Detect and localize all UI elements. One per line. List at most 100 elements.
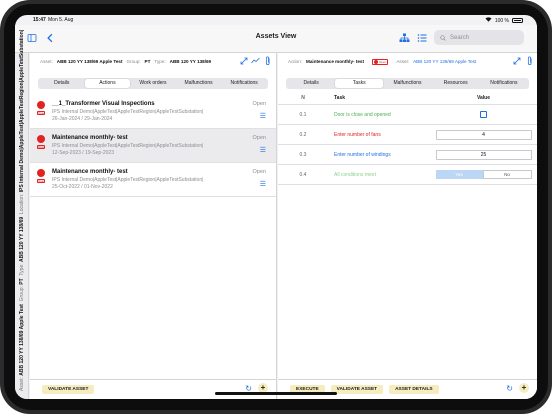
column-n: N [301,94,305,101]
action-status: Open [252,101,266,107]
asset-details-button[interactable]: ASSET DETAILS [389,385,439,394]
task-number: 0.4 [299,171,307,178]
asset-tabs: Details Actions Work orders Malfunctions… [38,78,268,89]
tab-notifications[interactable]: Notifications [221,79,267,88]
task-label: Enter number of fans [334,131,381,138]
status-time: 15:47 [33,17,46,23]
tab-actions[interactable]: Actions [84,79,131,88]
action-path: IPS Internal Demo|AppleTest|AppleTestReg… [52,143,204,149]
task-checkbox[interactable] [480,111,487,118]
asset-actions-pane: Asset: ABB 120 YY 138/69 Apple Test Grou… [30,53,277,399]
status-badge: Open [37,179,45,183]
status-dot-icon [37,169,45,177]
status-badge: Open [37,145,45,149]
list-icon[interactable]: ☰ [260,112,266,120]
action-row[interactable]: Open Maintenance monthly- test IPS Inter… [30,129,276,163]
tab-details[interactable]: Details [287,79,335,88]
action-row[interactable]: Open __1_Transformer Visual Inspections … [30,95,276,129]
no-option[interactable]: No [482,170,532,179]
search-placeholder: Search [450,34,470,41]
collapsed-sidebar[interactable]: › Asset: ABB 120 YY 138/69 Apple Test Gr… [15,29,29,399]
status-date: Mon 5. Aug [48,17,74,23]
validate-asset-button[interactable]: VALIDATE ASSET [330,385,384,394]
task-row: 0.1 Door is close and opened [278,105,537,125]
tab-malfunctions[interactable]: Malfunctions [383,79,431,88]
refresh-icon[interactable]: ↻ [506,384,513,393]
task-row: 0.4 All conditions meet Yes No [278,165,537,185]
action-row[interactable]: Open Maintenance monthly- test IPS Inter… [30,163,276,197]
action-name: Maintenance monthly- test [306,59,364,64]
task-number: 0.3 [299,151,307,158]
status-dot-icon [374,59,378,64]
yes-no-toggle: Yes No [435,170,532,179]
action-title: Maintenance monthly- test [52,135,128,141]
status-bar: 15:47 Mon 5. Aug 100 % [15,15,537,25]
asset-info-bar: Asset: ABB 120 YY 138/69 Apple Test Grou… [30,53,276,70]
tab-notifications[interactable]: Notifications [480,79,528,88]
task-label: All conditions meet [334,171,376,178]
action-path: IPS Internal Demo|AppleTest|AppleTestReg… [52,109,204,115]
task-label: Enter number of windings [334,151,391,158]
battery-label: 100 % [494,17,509,24]
task-row: 0.3 Enter number of windings 25 [278,145,537,165]
status-dot-icon [37,135,45,143]
windings-input[interactable]: 25 [435,149,532,160]
sidebar-asset-summary: Asset: ABB 120 YY 138/69 Apple Test Grou… [19,29,25,391]
action-info-bar: Action: Maintenance monthly- test Open A… [278,53,537,70]
expand-icon[interactable] [513,57,521,66]
tab-malfunctions[interactable]: Malfunctions [176,79,222,88]
screen: 15:47 Mon 5. Aug 100 % Assets View Searc… [15,15,537,399]
attachment-icon[interactable] [527,56,533,67]
action-tabs: Details Tasks Malfunctions Resources Not… [286,78,529,89]
action-dates: 25-Oct-2022 / 01-Nov-2022 [52,184,113,190]
left-footer: VALIDATE ASSET ↻ + [30,379,276,399]
yes-option[interactable]: Yes [435,170,483,179]
navigation-bar: Assets View Search [15,25,537,53]
action-status: Open [252,169,266,175]
asset-name: ABB 120 YY 138/69 Apple Test [56,59,123,64]
attachment-icon[interactable] [265,56,271,67]
status-right: 100 % [485,17,523,24]
wifi-icon [485,17,492,24]
list-icon[interactable]: ☰ [260,180,266,188]
actions-list: Open __1_Transformer Visual Inspections … [30,95,276,197]
asset-type: ABB 120 YY 138/69 [169,59,212,64]
status-badge: Open [37,111,45,115]
add-icon[interactable]: + [519,383,529,393]
tasks-table-header: N Task Value [278,91,537,105]
action-title: __1_Transformer Visual Inspections [52,101,155,107]
footer-icons: ↻ + [506,383,529,393]
validate-asset-button[interactable]: VALIDATE ASSET [42,385,95,394]
fans-input[interactable]: 4 [435,129,532,140]
action-tasks-pane: Action: Maintenance monthly- test Open A… [278,53,537,399]
tab-details[interactable]: Details [39,79,85,88]
asset-group: PT [144,59,151,64]
action-title: Maintenance monthly- test [52,169,128,175]
task-number: 0.1 [299,111,307,118]
status-dot-icon [37,101,45,109]
expand-icon[interactable] [240,57,248,66]
action-status: Open [252,135,266,141]
asset-link[interactable]: ABB 120 YY 138/69 Apple Test [413,59,476,64]
list-view-icon[interactable] [415,31,429,45]
tab-tasks[interactable]: Tasks [335,79,384,88]
task-number: 0.2 [299,131,307,138]
search-icon [440,34,446,41]
search-input[interactable]: Search [434,30,524,45]
list-icon[interactable]: ☰ [260,146,266,154]
action-status-badge: Open [372,58,389,65]
action-dates: 26-Jan-2024 / 29-Jan-2024 [52,116,113,122]
column-task: Task [334,94,346,101]
chart-icon[interactable] [251,57,260,65]
column-value: Value [476,94,491,101]
tab-work-orders[interactable]: Work orders [130,79,176,88]
battery-icon [512,18,523,23]
action-path: IPS Internal Demo|AppleTest|AppleTestReg… [52,177,204,183]
tab-resources[interactable]: Resources [432,79,480,88]
task-row: 0.2 Enter number of fans 4 [278,125,537,145]
task-label: Door is close and opened [334,111,391,118]
home-indicator [215,392,337,395]
hierarchy-icon[interactable] [397,31,411,45]
action-dates: 12-Sep-2023 / 19-Sep-2023 [52,150,114,156]
right-footer: EXECUTE VALIDATE ASSET ASSET DETAILS ↻ + [278,379,537,399]
